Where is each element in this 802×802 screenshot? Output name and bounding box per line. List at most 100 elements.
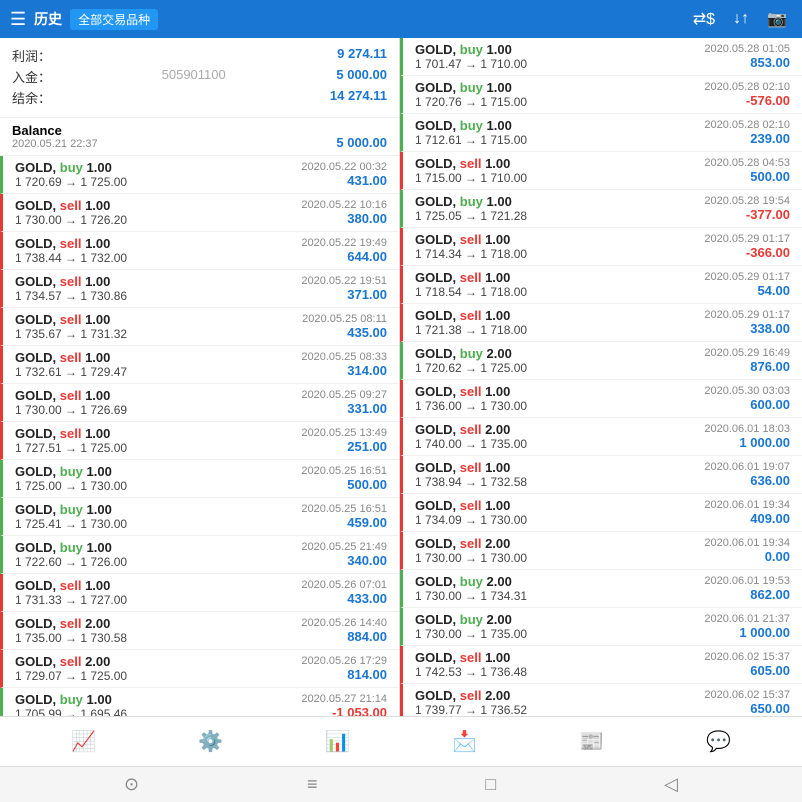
trade-symbol: GOLD, [415, 384, 460, 399]
trade-lots: 1.00 [83, 502, 112, 517]
trade-result: 2020.06.01 19:34 0.00 [704, 537, 790, 564]
left-trade-row: GOLD, sell 1.00 1 734.57 → 1 730.86 2020… [0, 270, 399, 308]
trade-symbol: GOLD, [415, 80, 460, 95]
trade-lots: 1.00 [483, 42, 512, 57]
trade-action: buy [460, 346, 483, 361]
nav-settings-icon[interactable]: ⚙️ [198, 729, 223, 754]
trade-date: 2020.05.26 14:40 [301, 617, 387, 629]
trade-result: 2020.06.01 21:37 1 000.00 [704, 613, 790, 640]
trade-profit: -576.00 [704, 93, 790, 108]
trade-date: 2020.05.22 19:51 [301, 275, 387, 287]
trade-action: sell [460, 422, 482, 437]
nav2-back-icon[interactable]: ⊙ [124, 774, 139, 795]
trade-price: 1 730.00 → 1 735.00 [415, 627, 527, 641]
trade-date: 2020.06.01 18:03 [704, 423, 790, 435]
trade-info: GOLD, sell 1.00 1 721.38 → 1 718.00 [415, 308, 527, 337]
right-trade-row: GOLD, sell 1.00 1 715.00 → 1 710.00 2020… [400, 152, 802, 190]
trade-lots: 1.00 [483, 118, 512, 133]
trade-date: 2020.05.25 09:27 [301, 389, 387, 401]
trade-profit: 1 000.00 [704, 435, 790, 450]
trade-symbol: GOLD, [15, 198, 60, 213]
trade-profit: 338.00 [704, 321, 790, 336]
trade-info: GOLD, sell 1.00 1 742.53 → 1 736.48 [415, 650, 527, 679]
trade-profit: 331.00 [301, 401, 387, 416]
trade-info: GOLD, sell 1.00 1 736.00 → 1 730.00 [415, 384, 527, 413]
trade-info: GOLD, buy 1.00 1 720.69 → 1 725.00 [15, 160, 127, 189]
nav-inbox-icon[interactable]: 📩 [452, 729, 477, 754]
trade-symbol: GOLD, [415, 574, 460, 589]
menu-icon[interactable]: ☰ [10, 9, 26, 30]
balance-entry-left: Balance 2020.05.21 22:37 [12, 123, 98, 150]
trade-symbol: GOLD, [15, 312, 60, 327]
trade-action: buy [460, 574, 483, 589]
deposit-label: 入金： [12, 67, 51, 86]
trade-date: 2020.06.01 19:07 [704, 461, 790, 473]
trade-lots: 1.00 [481, 270, 510, 285]
trade-info: GOLD, buy 2.00 1 720.62 → 1 725.00 [415, 346, 527, 375]
trade-title: GOLD, sell 1.00 [15, 236, 127, 251]
trade-result: 2020.05.28 04:53 500.00 [704, 157, 790, 184]
trade-price: 1 732.61 → 1 729.47 [15, 365, 127, 379]
trade-price: 1 725.00 → 1 730.00 [15, 479, 127, 493]
trade-action: sell [460, 460, 482, 475]
left-trade-row: GOLD, sell 1.00 1 727.51 → 1 725.00 2020… [0, 422, 399, 460]
nav2-menu-icon[interactable]: ≡ [307, 774, 318, 795]
trade-price: 1 736.00 → 1 730.00 [415, 399, 527, 413]
trade-info: GOLD, sell 1.00 1 731.33 → 1 727.00 [15, 578, 127, 607]
top-header: ☰ 历史 全部交易品种 ⇄$ ↓↑ 📷 [0, 0, 802, 38]
trade-profit: 435.00 [302, 325, 387, 340]
trade-date: 2020.05.29 01:17 [704, 309, 790, 321]
profit-value: 9 274.11 [337, 46, 387, 65]
trade-lots: 2.00 [81, 616, 110, 631]
trade-info: GOLD, sell 1.00 1 732.61 → 1 729.47 [15, 350, 127, 379]
trade-lots: 1.00 [83, 692, 112, 707]
trade-symbol: GOLD, [15, 236, 60, 251]
trade-date: 2020.05.26 07:01 [301, 579, 387, 591]
trade-lots: 2.00 [483, 574, 512, 589]
right-trade-row: GOLD, buy 1.00 1 701.47 → 1 710.00 2020.… [400, 38, 802, 76]
trade-action: sell [60, 426, 82, 441]
trade-title: GOLD, sell 1.00 [415, 270, 527, 285]
trade-title: GOLD, sell 1.00 [415, 650, 527, 665]
trade-title: GOLD, sell 1.00 [15, 198, 127, 213]
balance-entry-value: 5 000.00 [336, 135, 387, 150]
trade-action: sell [460, 498, 482, 513]
trade-lots: 1.00 [481, 460, 510, 475]
trade-info: GOLD, buy 2.00 1 730.00 → 1 734.31 [415, 574, 527, 603]
trade-symbol: GOLD, [415, 612, 460, 627]
trade-info: GOLD, buy 1.00 1 725.05 → 1 721.28 [415, 194, 527, 223]
trade-title: GOLD, buy 1.00 [15, 692, 127, 707]
trade-lots: 1.00 [83, 464, 112, 479]
nav-trade-icon[interactable]: 📊 [325, 729, 350, 754]
trade-profit: 876.00 [704, 359, 790, 374]
trade-price: 1 721.38 → 1 718.00 [415, 323, 527, 337]
trade-title: GOLD, buy 1.00 [15, 160, 127, 175]
currency-icon[interactable]: ⇄$ [688, 7, 720, 31]
trade-profit: 500.00 [704, 169, 790, 184]
right-trade-row: GOLD, sell 2.00 1 739.77 → 1 736.52 2020… [400, 684, 802, 716]
profit-row: 利润： 9 274.11 [12, 46, 387, 65]
nav2-home-icon[interactable]: □ [485, 774, 496, 795]
trade-title: GOLD, buy 1.00 [415, 194, 527, 209]
trade-result: 2020.05.28 19:54 -377.00 [704, 195, 790, 222]
nav-chart-icon[interactable]: 📈 [71, 729, 96, 754]
trade-info: GOLD, buy 1.00 1 705.99 → 1 695.46 [15, 692, 127, 716]
trade-lots: 1.00 [81, 426, 110, 441]
camera-icon[interactable]: 📷 [762, 7, 792, 31]
trade-info: GOLD, sell 1.00 1 735.67 → 1 731.32 [15, 312, 127, 341]
trade-result: 2020.05.25 13:49 251.00 [301, 427, 387, 454]
nav-news-icon[interactable]: 📰 [579, 729, 604, 754]
sort-icon[interactable]: ↓↑ [728, 8, 754, 30]
trade-lots: 1.00 [81, 350, 110, 365]
trade-result: 2020.05.26 17:29 814.00 [301, 655, 387, 682]
trade-result: 2020.05.22 19:49 644.00 [301, 237, 387, 264]
trade-info: GOLD, buy 1.00 1 725.00 → 1 730.00 [15, 464, 127, 493]
trade-action: sell [460, 156, 482, 171]
trade-lots: 2.00 [483, 346, 512, 361]
trade-profit: 884.00 [301, 629, 387, 644]
nav-chat-icon[interactable]: 💬 [706, 729, 731, 754]
left-trade-row: GOLD, sell 1.00 1 735.67 → 1 731.32 2020… [0, 308, 399, 346]
trade-title: GOLD, sell 1.00 [15, 578, 127, 593]
trade-title: GOLD, sell 1.00 [15, 274, 127, 289]
nav2-prev-icon[interactable]: ◁ [664, 774, 678, 795]
